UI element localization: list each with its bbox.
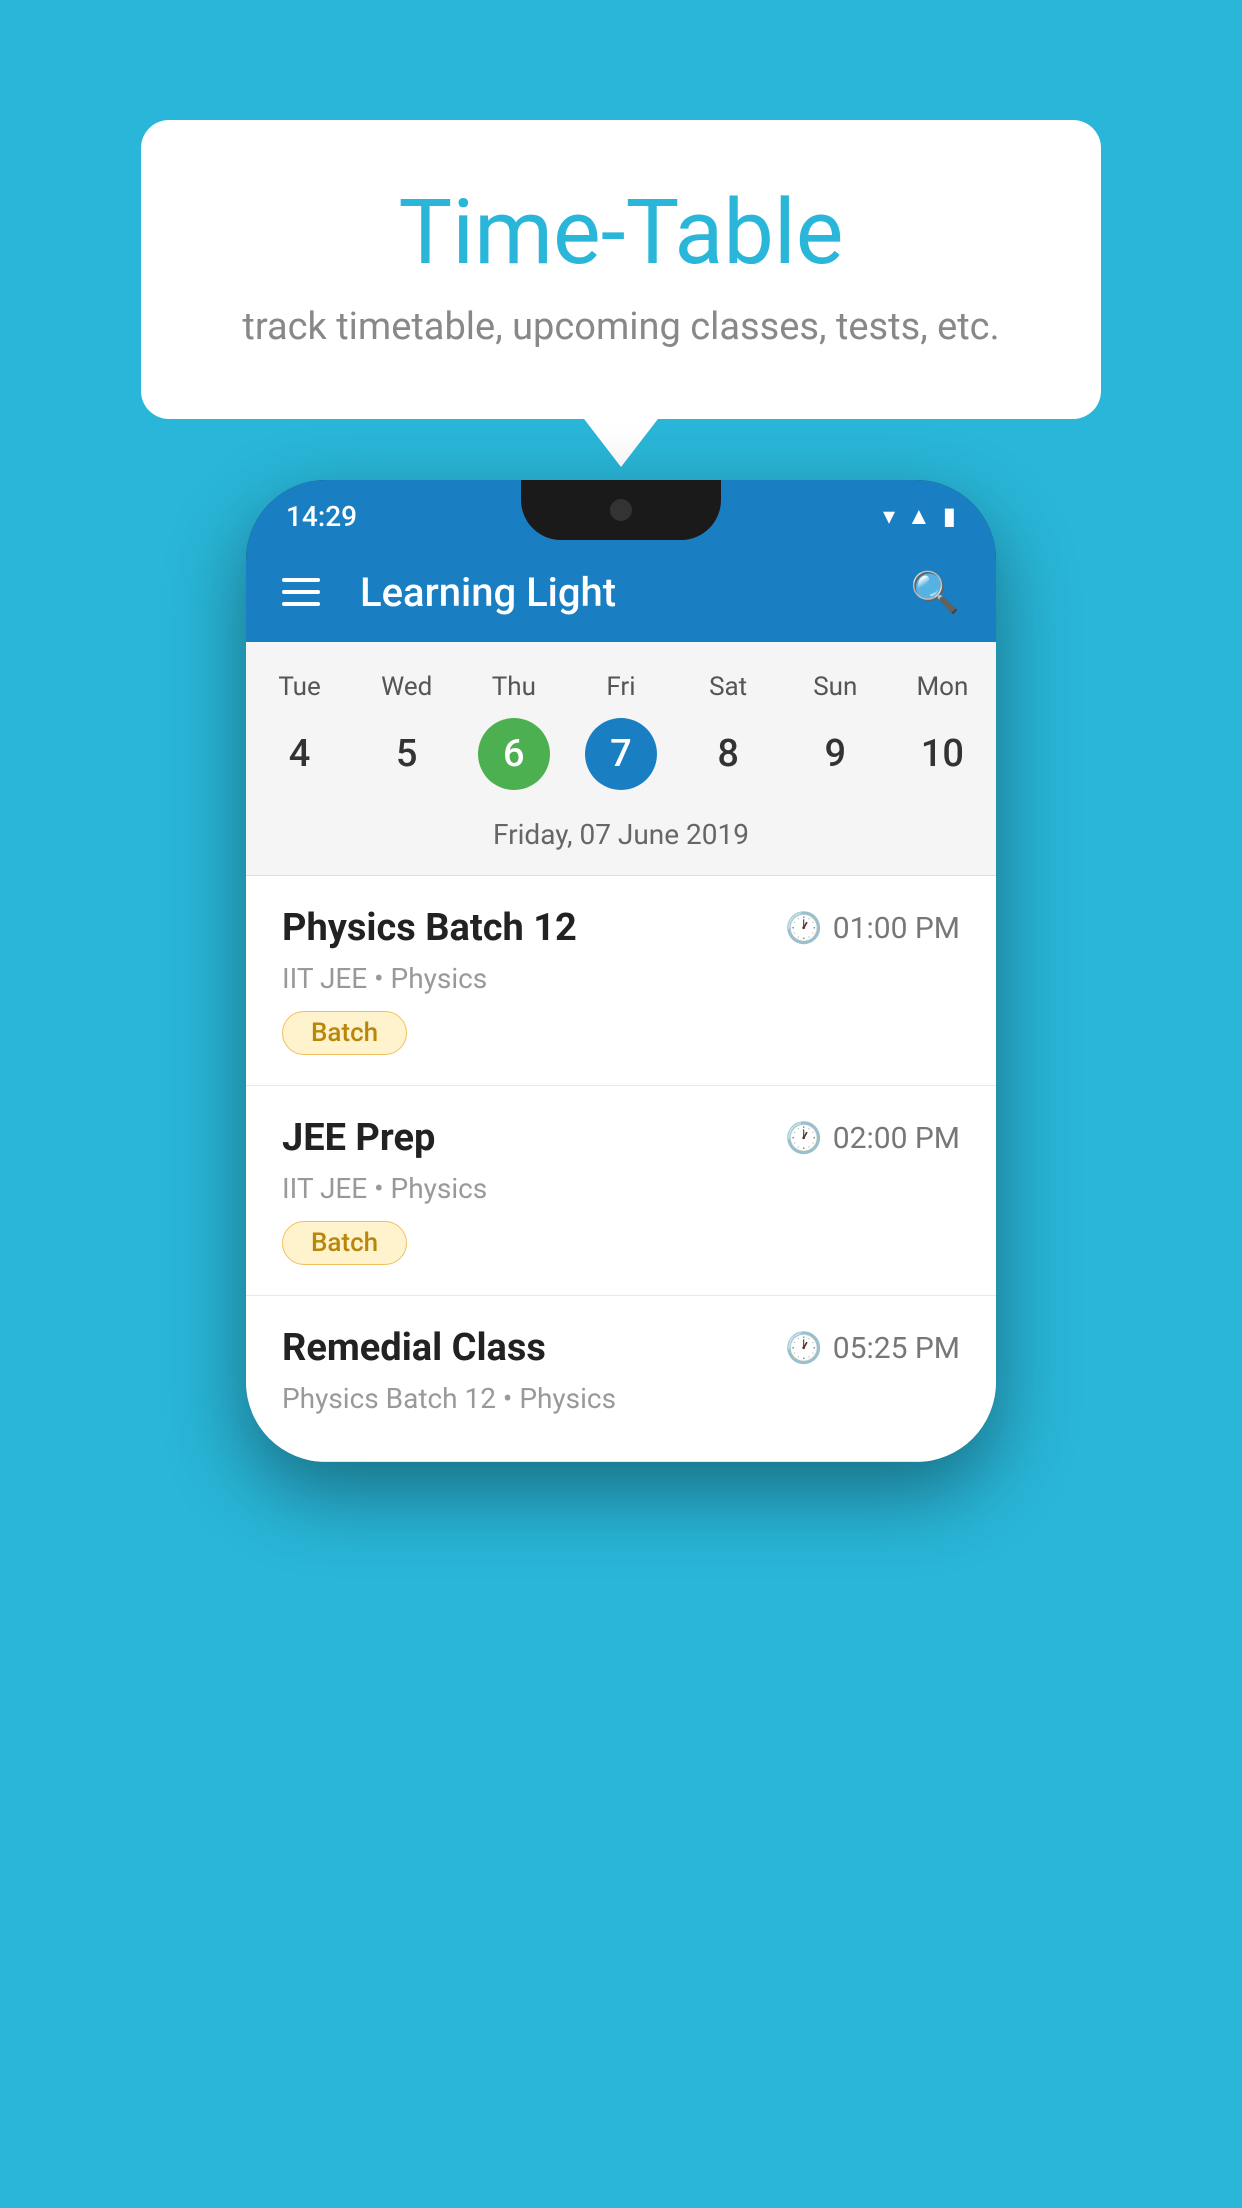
day-number-fri: 7 (585, 718, 657, 790)
event-time-3: 🕐 05:25 PM (785, 1331, 960, 1366)
day-label-sun: Sun (813, 672, 857, 702)
event-title-1: Physics Batch 12 (282, 906, 577, 950)
event-header-2: JEE Prep 🕐 02:00 PM (282, 1116, 960, 1160)
search-button[interactable]: 🔍 (910, 569, 960, 616)
top-section: Time-Table track timetable, upcoming cla… (0, 0, 1242, 479)
days-row: Tue 4 Wed 5 Thu 6 Fri 7 (246, 662, 996, 800)
status-time: 14:29 (286, 500, 357, 533)
day-col-fri[interactable]: Fri 7 (571, 672, 671, 790)
day-number-tue: 4 (264, 718, 336, 790)
signal-icon: ▲ (907, 502, 931, 531)
day-label-mon: Mon (916, 672, 968, 702)
status-icons: ▾ ▲ ▮ (883, 502, 956, 531)
wifi-icon: ▾ (883, 502, 895, 530)
calendar-strip: Tue 4 Wed 5 Thu 6 Fri 7 (246, 642, 996, 876)
day-label-tue: Tue (278, 672, 320, 702)
day-col-sat[interactable]: Sat 8 (678, 672, 778, 790)
speech-bubble-title: Time-Table (221, 180, 1021, 285)
day-label-fri: Fri (606, 672, 635, 702)
day-number-wed: 5 (371, 718, 443, 790)
phone-notch (521, 480, 721, 540)
phone-inner: 14:29 ▾ ▲ ▮ Learning Light 🔍 (246, 480, 996, 1462)
event-subtitle-2: IIT JEE • Physics (282, 1172, 960, 1205)
day-number-sun: 9 (799, 718, 871, 790)
event-time-1: 🕐 01:00 PM (785, 911, 960, 946)
event-item-1[interactable]: Physics Batch 12 🕐 01:00 PM IIT JEE • Ph… (246, 876, 996, 1086)
day-col-thu[interactable]: Thu 6 (464, 672, 564, 790)
clock-icon-2: 🕐 (785, 1121, 822, 1156)
event-header-1: Physics Batch 12 🕐 01:00 PM (282, 906, 960, 950)
clock-icon-1: 🕐 (785, 911, 822, 946)
phone-mockup: 14:29 ▾ ▲ ▮ Learning Light 🔍 (246, 480, 996, 1462)
batch-badge-2: Batch (282, 1221, 407, 1265)
clock-icon-3: 🕐 (785, 1331, 822, 1366)
event-item-2[interactable]: JEE Prep 🕐 02:00 PM IIT JEE • Physics Ba… (246, 1086, 996, 1296)
day-label-sat: Sat (709, 672, 747, 702)
event-subtitle-1: IIT JEE • Physics (282, 962, 960, 995)
phone-frame: 14:29 ▾ ▲ ▮ Learning Light 🔍 (246, 480, 996, 1462)
day-number-mon: 10 (906, 718, 978, 790)
event-time-2: 🕐 02:00 PM (785, 1121, 960, 1156)
app-bar: Learning Light 🔍 (246, 542, 996, 642)
day-label-thu: Thu (492, 672, 536, 702)
day-number-sat: 8 (692, 718, 764, 790)
day-col-tue[interactable]: Tue 4 (250, 672, 350, 790)
battery-icon: ▮ (943, 502, 956, 530)
event-header-3: Remedial Class 🕐 05:25 PM (282, 1326, 960, 1370)
hamburger-menu-button[interactable] (282, 578, 320, 606)
day-label-wed: Wed (381, 672, 432, 702)
day-col-wed[interactable]: Wed 5 (357, 672, 457, 790)
event-item-3[interactable]: Remedial Class 🕐 05:25 PM Physics Batch … (246, 1296, 996, 1462)
speech-bubble: Time-Table track timetable, upcoming cla… (141, 120, 1101, 419)
app-bar-title: Learning Light (360, 569, 880, 616)
batch-badge-1: Batch (282, 1011, 407, 1055)
event-subtitle-3: Physics Batch 12 • Physics (282, 1382, 960, 1415)
day-col-sun[interactable]: Sun 9 (785, 672, 885, 790)
events-list: Physics Batch 12 🕐 01:00 PM IIT JEE • Ph… (246, 876, 996, 1462)
event-title-3: Remedial Class (282, 1326, 546, 1370)
day-number-thu: 6 (478, 718, 550, 790)
selected-date-label: Friday, 07 June 2019 (246, 800, 996, 876)
camera-dot (610, 499, 632, 521)
speech-bubble-subtitle: track timetable, upcoming classes, tests… (221, 305, 1021, 349)
event-title-2: JEE Prep (282, 1116, 435, 1160)
day-col-mon[interactable]: Mon 10 (892, 672, 992, 790)
